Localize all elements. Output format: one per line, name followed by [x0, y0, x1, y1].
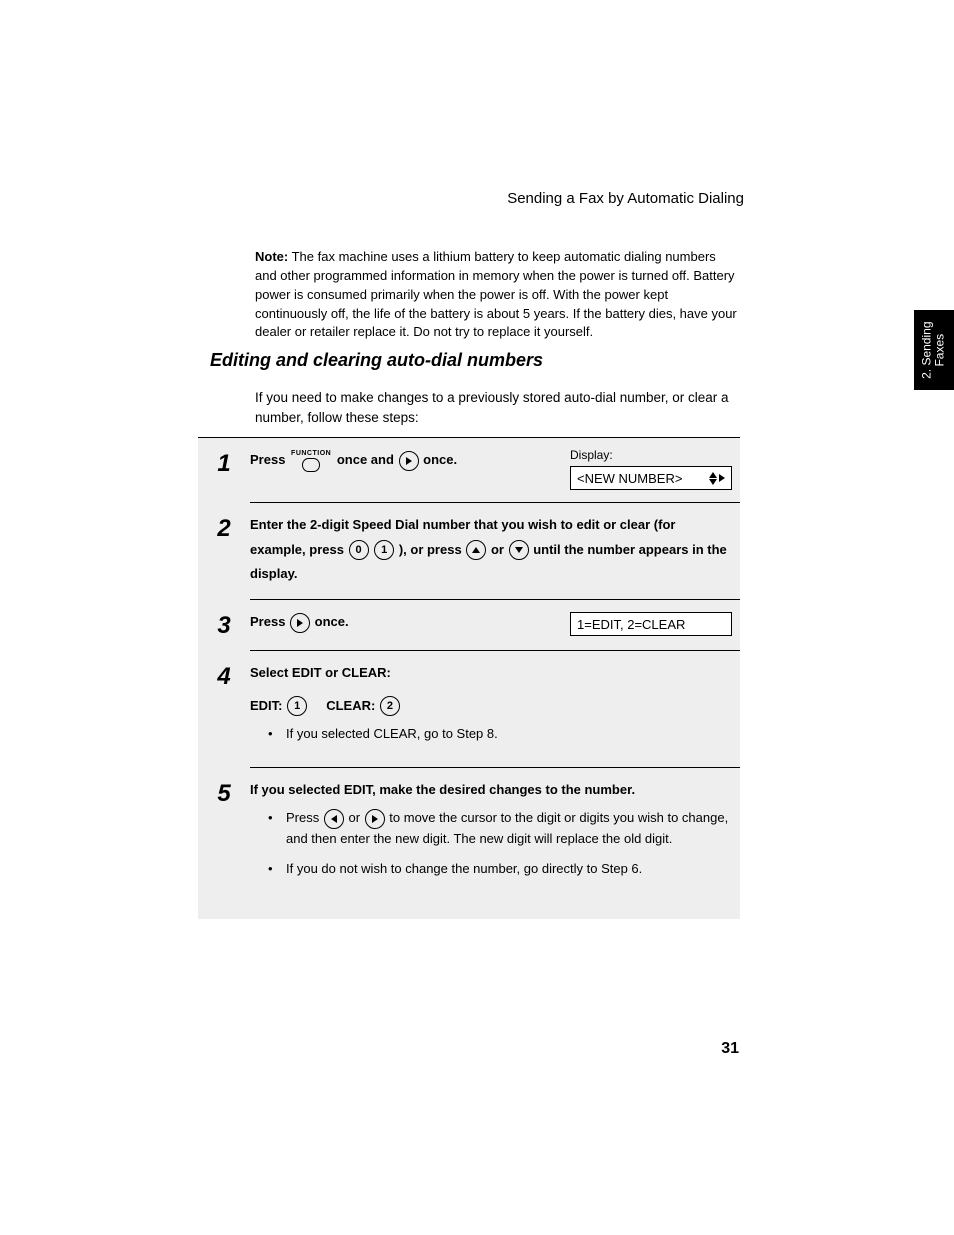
step-3: 3 Press once. 1=EDIT, 2=CLEAR: [198, 600, 740, 650]
step-5-bullet-1: Press or to move the cursor to the digit…: [286, 808, 734, 849]
step-3-once: once.: [315, 614, 349, 629]
manual-page: Sending a Fax by Automatic Dialing 2. Se…: [0, 0, 954, 1235]
page-number: 31: [721, 1040, 739, 1058]
digit-1-key-icon: 1: [287, 696, 307, 716]
edit-option-label: EDIT:: [250, 698, 283, 713]
up-arrow-key-icon: [466, 540, 486, 560]
chapter-tab-line2: Faxes: [934, 321, 947, 378]
step-4: 4 Select EDIT or CLEAR: EDIT: 1 CLEAR: 2…: [198, 651, 740, 767]
step-1-once: once.: [423, 452, 457, 467]
step-4-title: Select EDIT or CLEAR:: [250, 665, 391, 680]
step-number: 3: [198, 610, 250, 638]
step-2-text-c: or: [491, 542, 504, 557]
step-1: 1 Press FUNCTION once and once. Display:…: [198, 438, 740, 502]
step-2-text-b: ), or press: [399, 542, 462, 557]
section-intro: If you need to make changes to a previou…: [255, 388, 739, 429]
display-label: Display:: [570, 448, 732, 462]
lcd-text: <NEW NUMBER>: [577, 471, 682, 486]
lcd-nav-arrows-icon: [709, 472, 725, 485]
lcd-readout: 1=EDIT, 2=CLEAR: [570, 612, 732, 636]
digit-1-key-icon: 1: [374, 540, 394, 560]
step-number: 4: [198, 661, 250, 689]
note-block: Note: The fax machine uses a lithium bat…: [255, 248, 739, 342]
step-5-title: If you selected EDIT, make the desired c…: [250, 782, 635, 797]
step-5: 5 If you selected EDIT, make the desired…: [198, 768, 740, 902]
digit-0-key-icon: 0: [349, 540, 369, 560]
note-text: The fax machine uses a lithium battery t…: [255, 249, 737, 339]
right-arrow-key-icon: [399, 451, 419, 471]
right-arrow-key-icon: [365, 809, 385, 829]
step-number: 2: [198, 513, 250, 541]
section-heading: Editing and clearing auto-dial numbers: [210, 350, 739, 371]
function-key-icon: FUNCTION: [291, 450, 331, 472]
clear-option-label: CLEAR:: [326, 698, 375, 713]
step-5-bullet-2: If you do not wish to change the number,…: [286, 859, 734, 879]
step-number: 5: [198, 778, 250, 806]
step-3-press: Press: [250, 614, 285, 629]
digit-2-key-icon: 2: [380, 696, 400, 716]
note-label: Note:: [255, 249, 288, 264]
down-arrow-key-icon: [509, 540, 529, 560]
right-arrow-key-icon: [290, 613, 310, 633]
step-4-bullet: If you selected CLEAR, go to Step 8.: [286, 724, 734, 744]
step-2: 2 Enter the 2-digit Speed Dial number th…: [198, 503, 740, 599]
lcd-readout: <NEW NUMBER>: [570, 466, 732, 490]
steps-container: 1 Press FUNCTION once and once. Display:…: [198, 437, 740, 919]
running-head: Sending a Fax by Automatic Dialing: [210, 190, 744, 207]
step-1-press: Press: [250, 452, 285, 467]
step-1-once-and: once and: [337, 452, 394, 467]
lcd-text: 1=EDIT, 2=CLEAR: [577, 617, 685, 632]
chapter-tab: 2. Sending Faxes: [914, 310, 954, 390]
step-number: 1: [198, 448, 250, 476]
left-arrow-key-icon: [324, 809, 344, 829]
